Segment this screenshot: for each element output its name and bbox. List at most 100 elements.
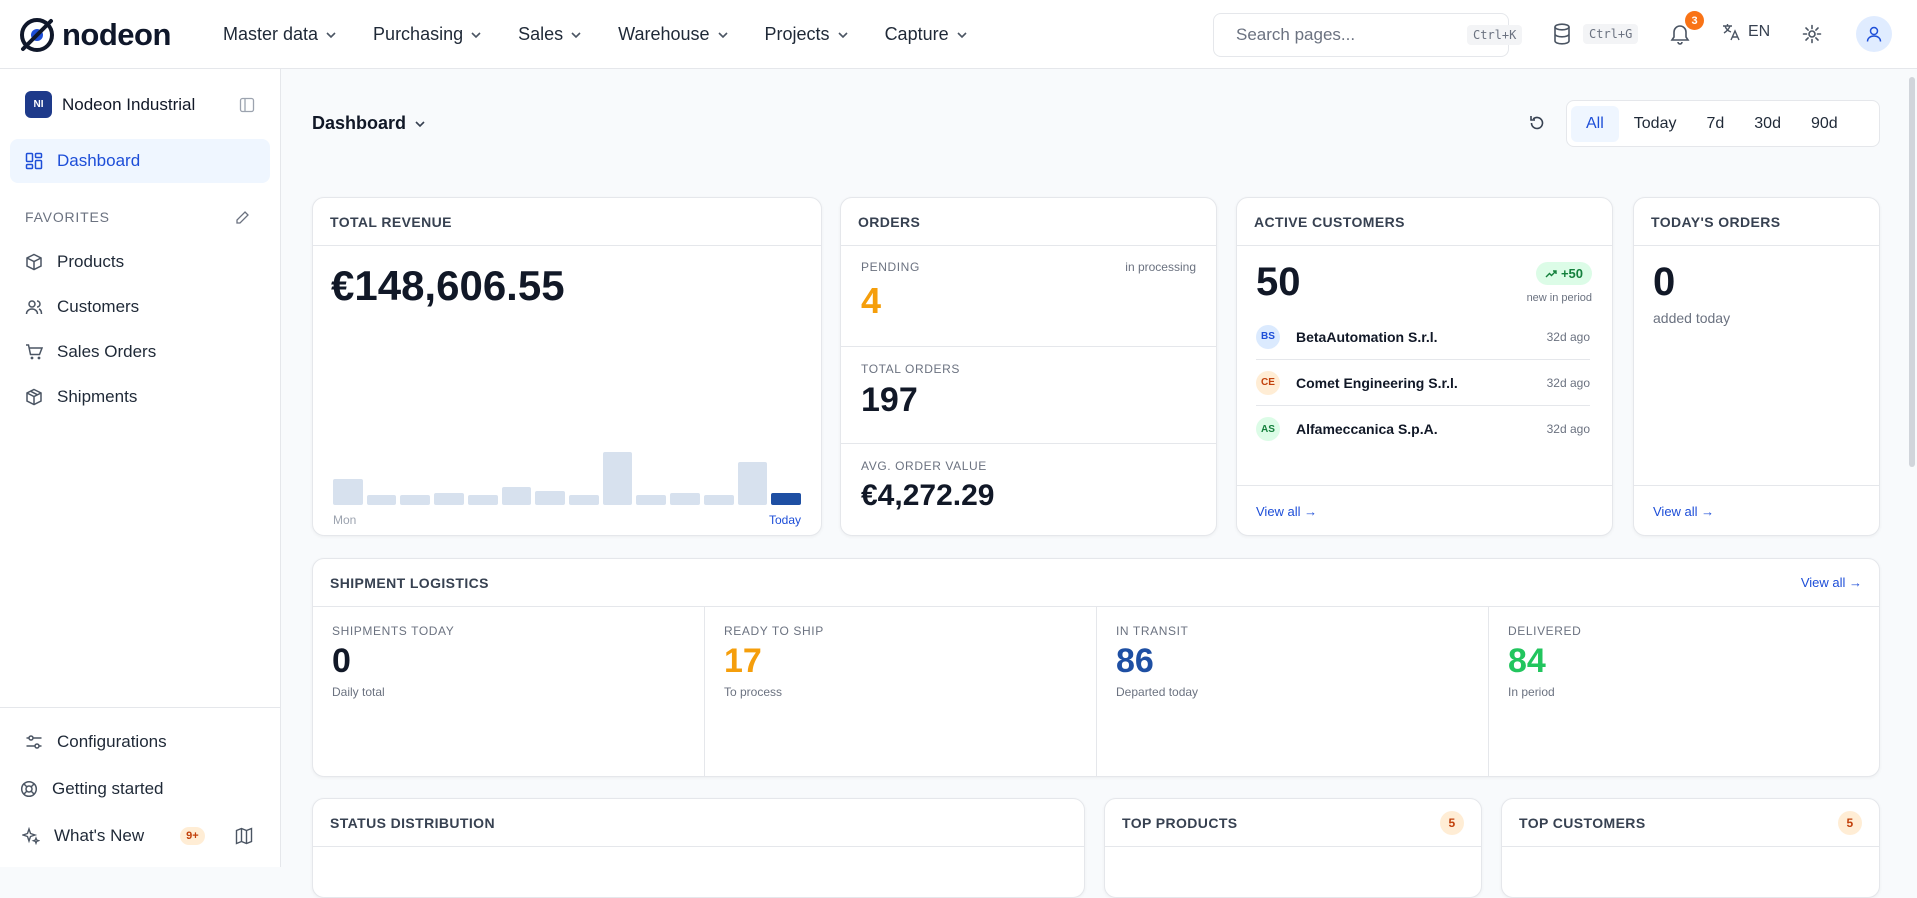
top-products-card: TOP PRODUCTS 5 [1104, 798, 1482, 898]
nav-warehouse[interactable]: Warehouse [618, 24, 728, 45]
delivered-stat: DELIVERED 84 In period [1489, 607, 1879, 776]
stat-value: 0 [332, 642, 351, 680]
customer-initials: AS [1256, 417, 1280, 441]
shipments-card: SHIPMENT LOGISTICS View all → SHIPMENTS … [312, 558, 1880, 777]
revenue-bar [771, 492, 801, 505]
revenue-bar [467, 494, 498, 505]
package-icon [26, 388, 42, 406]
customers-delta-note: new in period [1526, 292, 1592, 304]
ready-to-ship-stat: READY TO SHIP 17 To process [705, 607, 1097, 776]
database-shortcut: Ctrl+G [1583, 24, 1639, 44]
today-orders-note: added today [1653, 310, 1731, 326]
map-icon[interactable] [235, 827, 253, 845]
pencil-icon[interactable] [235, 210, 250, 225]
chevron-down-icon [415, 120, 425, 127]
language-label: EN [1748, 23, 1771, 40]
customers-label: ACTIVE CUSTOMERS [1254, 213, 1405, 230]
favorites-header: FAVORITES [25, 209, 250, 225]
customer-ago: 32d ago [1546, 329, 1590, 344]
range-today[interactable]: Today [1619, 106, 1692, 142]
range-30d[interactable]: 30d [1739, 106, 1796, 142]
customer-name: Comet Engineering S.r.l. [1296, 374, 1458, 391]
stat-value: 86 [1116, 642, 1154, 680]
shipments-view-all-link[interactable]: View all → [1801, 575, 1862, 590]
logo-text: nodeon [62, 17, 171, 52]
nodeon-logo-icon [20, 18, 54, 52]
today-orders-view-all-link[interactable]: View all → [1653, 504, 1714, 519]
search-shortcut: Ctrl+K [1467, 25, 1523, 45]
refresh-icon [1530, 116, 1544, 130]
sidebar-item-configurations[interactable]: Configurations [10, 720, 270, 764]
top-bar: nodeon Master data Purchasing Sales Ware… [0, 0, 1917, 69]
workspace-badge: NI [25, 91, 52, 118]
top-customers-label: TOP CUSTOMERS [1519, 814, 1646, 831]
database-icon [1554, 23, 1570, 45]
customers-view-all-link[interactable]: View all → [1256, 504, 1317, 519]
whats-new-badge: 9+ [180, 827, 205, 845]
shipments-today-stat: SHIPMENTS TODAY 0 Daily total [313, 607, 705, 776]
range-7d[interactable]: 7d [1691, 106, 1739, 142]
chevron-down-icon [957, 31, 967, 38]
pending-note: in processing [1125, 260, 1196, 274]
shipments-label: SHIPMENT LOGISTICS [330, 574, 489, 591]
stat-note: Departed today [1116, 685, 1199, 699]
user-avatar[interactable] [1856, 16, 1892, 52]
sidebar-item-shipments[interactable]: Shipments [10, 375, 270, 419]
range-all[interactable]: All [1571, 105, 1619, 142]
sidebar-item-whats-new[interactable]: What's New 9+ [10, 814, 270, 858]
scrollbar-thumb[interactable] [1909, 77, 1915, 467]
top-products-label: TOP PRODUCTS [1122, 814, 1238, 831]
logo[interactable]: nodeon [18, 16, 171, 54]
chevron-down-icon [326, 31, 336, 38]
today-orders-value: 0 [1653, 260, 1676, 304]
search-input[interactable] [1236, 25, 1457, 45]
total-orders-value: 197 [861, 381, 918, 419]
revenue-bar [535, 490, 565, 505]
settings-button[interactable] [1802, 24, 1822, 44]
revenue-bar [333, 478, 363, 505]
range-90d[interactable]: 90d [1796, 106, 1853, 142]
user-icon [1866, 26, 1882, 42]
nav-capture[interactable]: Capture [885, 24, 968, 45]
workspace-switcher[interactable]: NI Nodeon Industrial [25, 91, 255, 118]
sidebar-item-getting-started[interactable]: Getting started [10, 767, 270, 811]
customer-initials: CE [1256, 370, 1280, 395]
customer-name: BetaAutomation S.r.l. [1296, 328, 1438, 345]
stat-value: 84 [1508, 642, 1546, 680]
refresh-button[interactable] [1528, 114, 1546, 132]
revenue-bar [703, 494, 734, 505]
nav-sales[interactable]: Sales [518, 24, 582, 45]
customer-row[interactable]: CE Comet Engineering S.r.l. 32d ago [1256, 360, 1590, 406]
revenue-bar [636, 494, 667, 505]
revenue-bar [434, 492, 464, 505]
aov-label: AVG. ORDER VALUE [861, 459, 987, 473]
sidebar-item-products[interactable]: Products [10, 240, 270, 284]
customers-delta-badge: +50 [1535, 262, 1592, 285]
customers-card: ACTIVE CUSTOMERS 50 +50 new in period BS… [1236, 197, 1613, 536]
revenue-bar [366, 494, 397, 505]
nav-purchasing[interactable]: Purchasing [373, 24, 482, 45]
nav-projects[interactable]: Projects [765, 24, 849, 45]
language-switcher[interactable]: EN [1721, 22, 1770, 42]
top-products-count: 5 [1440, 810, 1464, 835]
dashboard-selector[interactable]: Dashboard [312, 113, 426, 134]
aov-value: €4,272.29 [861, 479, 995, 512]
sidebar-item-dashboard[interactable]: Dashboard [10, 139, 270, 183]
search-box[interactable]: Ctrl+K [1213, 13, 1523, 57]
revenue-bar [400, 494, 431, 505]
revenue-bar [569, 494, 599, 505]
status-distribution-label: STATUS DISTRIBUTION [330, 814, 495, 831]
page-title: Dashboard [312, 113, 407, 133]
sidebar-item-sales-orders[interactable]: Sales Orders [10, 330, 270, 374]
nav-master-data[interactable]: Master data [223, 24, 337, 45]
database-button[interactable] [1552, 23, 1572, 45]
customers-value: 50 [1256, 260, 1301, 304]
chevron-down-icon [571, 31, 581, 38]
customer-initials: BS [1256, 324, 1280, 349]
sidebar-collapse-icon[interactable] [239, 97, 255, 113]
main-nav: Master data Purchasing Sales Warehouse P… [223, 0, 968, 69]
sidebar-item-customers[interactable]: Customers [10, 285, 270, 329]
revenue-label: TOTAL REVENUE [330, 213, 452, 230]
customer-row[interactable]: BS BetaAutomation S.r.l. 32d ago [1256, 314, 1590, 360]
customer-row[interactable]: AS Alfameccanica S.p.A. 32d ago [1256, 406, 1590, 452]
